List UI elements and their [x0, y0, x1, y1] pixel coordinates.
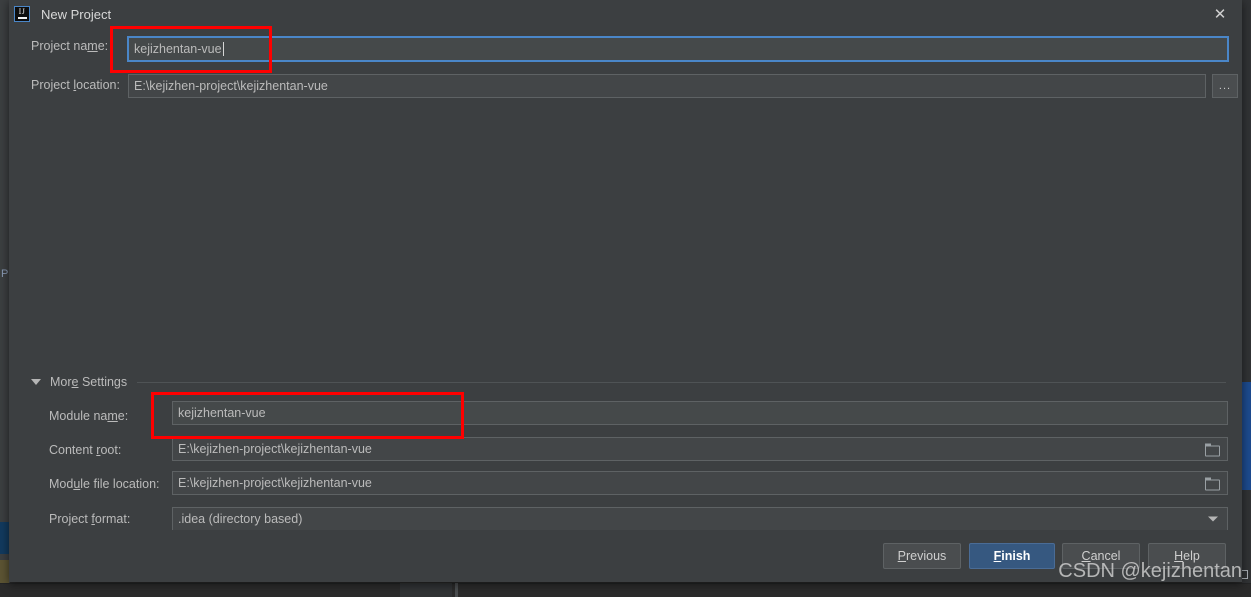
backdrop-status-bar — [0, 583, 1251, 597]
folder-icon[interactable] — [1205, 477, 1220, 491]
project-format-value: .idea (directory based) — [178, 512, 303, 526]
close-icon[interactable]: ✕ — [1198, 0, 1242, 28]
folder-icon[interactable] — [1205, 443, 1220, 457]
module-name-row: Module name: — [49, 409, 128, 423]
project-name-value: kejizhentan-vue — [134, 42, 222, 56]
module-file-location-row: Module file location: — [49, 477, 160, 491]
project-location-row: Project location: — [31, 78, 131, 92]
project-format-label: Project format: — [49, 512, 131, 526]
project-location-value: E:\kejizhen-project\kejizhentan-vue — [134, 79, 328, 93]
project-name-input[interactable]: kejizhentan-vue — [127, 36, 1229, 62]
content-root-row: Content root: — [49, 443, 121, 457]
project-location-input[interactable]: E:\kejizhen-project\kejizhentan-vue — [128, 74, 1206, 98]
intellij-idea-icon: IJ — [14, 6, 30, 22]
backdrop-status-segment-1 — [400, 583, 452, 597]
ellipsis-icon: ... — [1218, 80, 1232, 92]
backdrop-right-panel — [1242, 0, 1251, 597]
browse-location-button[interactable]: ... — [1212, 74, 1238, 98]
project-format-select[interactable]: .idea (directory based) — [172, 507, 1228, 531]
finish-button[interactable]: Finish — [969, 543, 1055, 569]
project-name-row: Project name: — [31, 39, 123, 53]
module-file-location-label: Module file location: — [49, 477, 160, 491]
chevron-down-icon — [31, 379, 41, 385]
cancel-button[interactable]: Cancel — [1062, 543, 1140, 569]
dialog-title: New Project — [41, 6, 112, 22]
dialog-footer: Previous Finish Cancel Help — [9, 530, 1242, 582]
dialog-titlebar: IJ New Project ✕ — [9, 0, 1242, 28]
backdrop-scrollbar-thumb[interactable] — [1242, 382, 1251, 490]
new-project-dialog: IJ New Project ✕ Project name: kejizhent… — [9, 0, 1242, 582]
module-name-value: kejizhentan-vue — [178, 406, 266, 420]
content-root-input[interactable]: E:\kejizhen-project\kejizhentan-vue — [172, 437, 1228, 461]
backdrop-left-blue-item — [0, 522, 9, 554]
module-file-location-value: E:\kejizhen-project\kejizhentan-vue — [178, 476, 372, 490]
backdrop-left-olive-item — [0, 560, 9, 585]
backdrop-status-segment-2 — [455, 583, 458, 597]
previous-button[interactable]: Previous — [883, 543, 961, 569]
content-root-value: E:\kejizhen-project\kejizhentan-vue — [178, 442, 372, 456]
module-file-location-input[interactable]: E:\kejizhen-project\kejizhentan-vue — [172, 471, 1228, 495]
chevron-down-icon[interactable] — [1208, 516, 1218, 522]
more-settings-label: More Settings — [50, 375, 128, 389]
more-settings-divider — [137, 381, 1226, 383]
text-caret — [222, 42, 224, 56]
help-button[interactable]: Help — [1148, 543, 1226, 569]
project-name-label: Project name: — [31, 39, 109, 53]
module-name-input[interactable]: kejizhentan-vue — [172, 401, 1228, 425]
project-format-row: Project format: — [49, 512, 130, 526]
module-name-label: Module name: — [49, 409, 129, 423]
project-location-label: Project location: — [31, 78, 120, 92]
backdrop-fragment-label: P — [1, 268, 9, 280]
content-root-label: Content root: — [49, 443, 122, 457]
more-settings-toggle[interactable]: More Settings — [31, 375, 1226, 389]
